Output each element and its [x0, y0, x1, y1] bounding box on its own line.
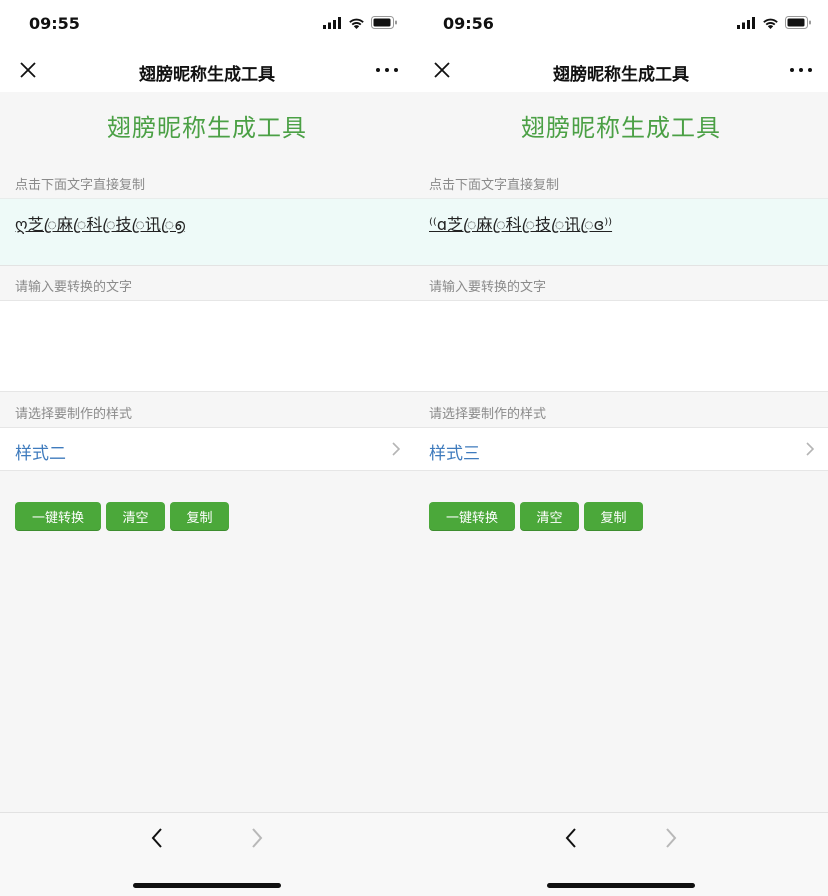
action-buttons: 一键转换 清空 复制: [15, 502, 229, 530]
more-icon[interactable]: [788, 60, 814, 80]
wifi-icon: [349, 18, 364, 29]
convert-button[interactable]: 一键转换: [15, 502, 101, 530]
style-select-value: 样式二: [15, 444, 66, 464]
output-label: 点击下面文字直接复制: [15, 178, 146, 193]
style-select-value: 样式三: [429, 444, 480, 464]
signal-icon: [737, 16, 755, 29]
action-buttons: 一键转换 清空 复制: [429, 502, 643, 530]
clear-button[interactable]: 清空: [106, 502, 165, 530]
page-title: 翅膀昵称生成工具: [107, 114, 307, 142]
chevron-right-icon: [806, 442, 814, 456]
forward-icon[interactable]: [250, 827, 264, 849]
status-bar: 09:55: [0, 0, 414, 48]
copy-button[interactable]: 复制: [584, 502, 643, 530]
style-select-label: 请选择要制作的样式: [429, 407, 547, 422]
status-time: 09:55: [29, 14, 80, 33]
back-icon[interactable]: [564, 827, 578, 849]
status-bar: 09:56: [414, 0, 828, 48]
forward-icon[interactable]: [664, 827, 678, 849]
chevron-right-icon: [392, 442, 400, 456]
copy-button[interactable]: 复制: [170, 502, 229, 530]
input-label: 请输入要转换的文字: [429, 280, 547, 295]
style-select[interactable]: 样式三: [414, 427, 828, 471]
battery-icon: [785, 16, 811, 29]
convert-button[interactable]: 一键转换: [429, 502, 515, 530]
status-icons: [737, 16, 812, 29]
output-text[interactable]: ⁽⁽ɑ芝ꦿ麻ꦿ科ꦿ技ꦿ讯ꦿɞ⁾⁾: [429, 211, 612, 245]
home-indicator: [133, 883, 281, 888]
clear-button[interactable]: 清空: [520, 502, 579, 530]
screens-container: 09:55 翅膀昵称生成工具 翅膀昵称生成工具 点击下面文字直接复制 ღ芝ꦿ麻ꦿ…: [0, 0, 828, 896]
nav-bar: 翅膀昵称生成工具: [0, 48, 414, 92]
output-text[interactable]: ღ芝ꦿ麻ꦿ科ꦿ技ꦿ讯ꦿ൭: [15, 211, 185, 245]
home-indicator: [547, 883, 695, 888]
bottom-toolbar: [0, 812, 414, 896]
bottom-toolbar: [414, 812, 828, 896]
nav-title: 翅膀昵称生成工具: [139, 65, 275, 85]
output-label: 点击下面文字直接复制: [429, 178, 560, 193]
output-box[interactable]: ⁽⁽ɑ芝ꦿ麻ꦿ科ꦿ技ꦿ讯ꦿɞ⁾⁾: [414, 198, 828, 266]
wifi-icon: [763, 18, 778, 29]
style-select-label: 请选择要制作的样式: [15, 407, 133, 422]
text-input[interactable]: [414, 300, 828, 392]
page-title: 翅膀昵称生成工具: [521, 114, 721, 142]
signal-icon: [323, 16, 341, 29]
back-icon[interactable]: [150, 827, 164, 849]
input-label: 请输入要转换的文字: [15, 280, 133, 295]
text-input[interactable]: [0, 300, 414, 392]
nav-bar: 翅膀昵称生成工具: [414, 48, 828, 92]
more-icon[interactable]: [374, 60, 400, 80]
nav-title: 翅膀昵称生成工具: [553, 65, 689, 85]
status-icons: [323, 16, 398, 29]
phone-screen-right: 09:56 翅膀昵称生成工具 翅膀昵称生成工具 点击下面文字直接复制 ⁽⁽ɑ芝ꦿ…: [414, 0, 828, 896]
output-box[interactable]: ღ芝ꦿ麻ꦿ科ꦿ技ꦿ讯ꦿ൭: [0, 198, 414, 266]
style-select[interactable]: 样式二: [0, 427, 414, 471]
status-time: 09:56: [443, 14, 494, 33]
phone-screen-left: 09:55 翅膀昵称生成工具 翅膀昵称生成工具 点击下面文字直接复制 ღ芝ꦿ麻ꦿ…: [0, 0, 414, 896]
battery-icon: [371, 16, 397, 29]
